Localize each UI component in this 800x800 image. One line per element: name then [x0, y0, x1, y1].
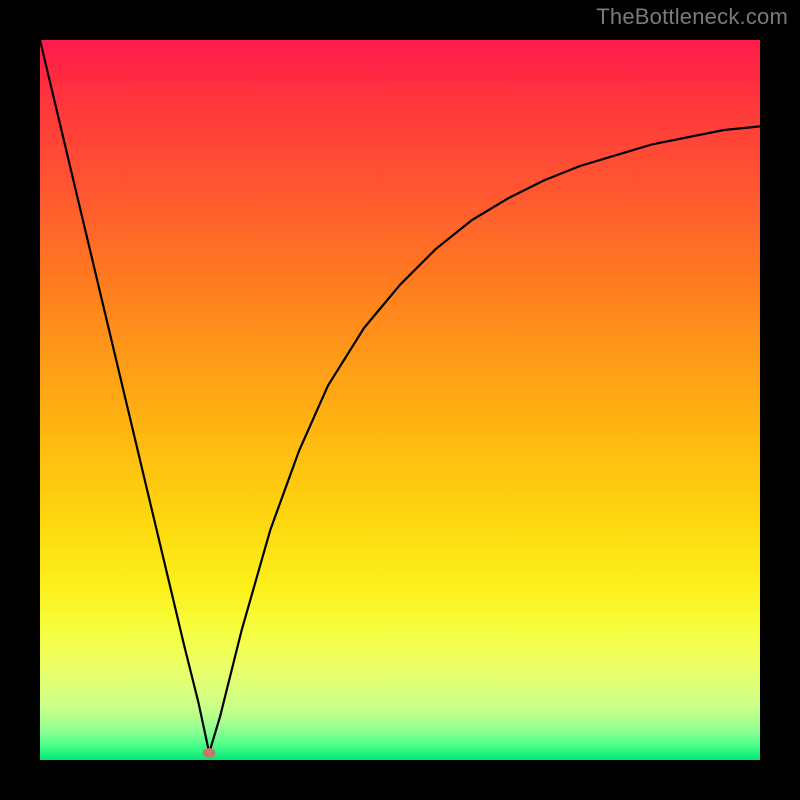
bottleneck-curve — [40, 40, 760, 753]
curve-layer — [40, 40, 760, 760]
watermark-text: TheBottleneck.com — [596, 4, 788, 30]
minimum-marker — [203, 748, 216, 758]
plot-area — [40, 40, 760, 760]
chart-frame: TheBottleneck.com — [0, 0, 800, 800]
